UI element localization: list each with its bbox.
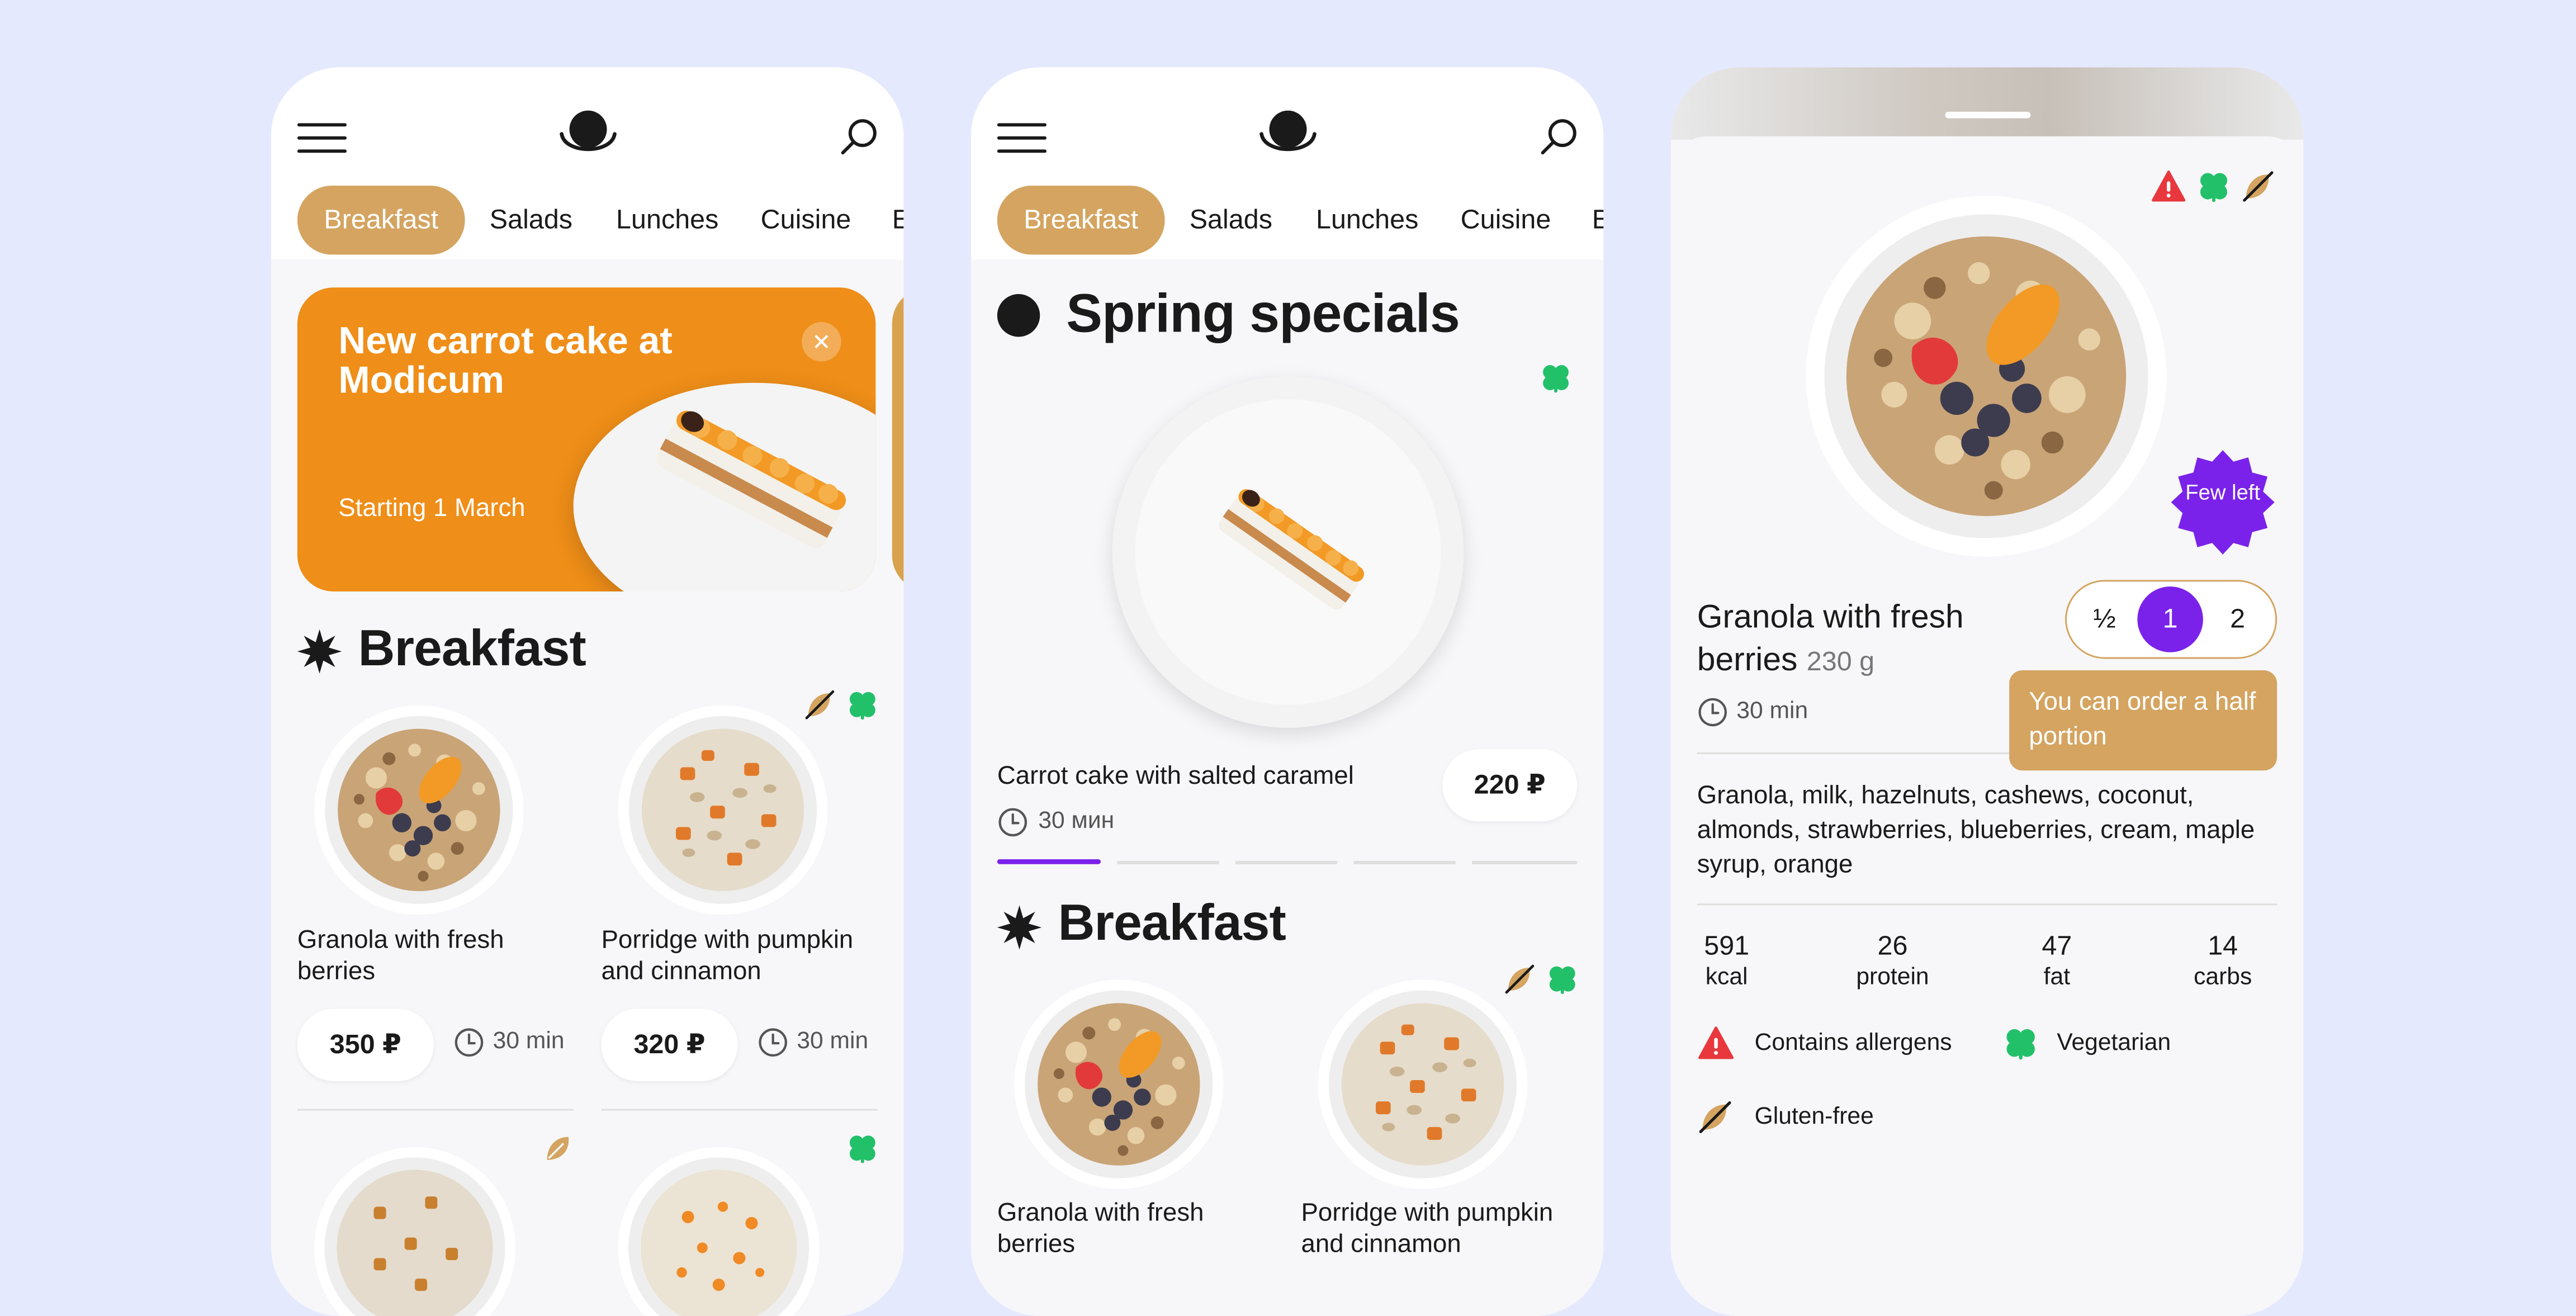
tag-gluten-free: Gluten-free xyxy=(1754,1104,1874,1130)
price-button[interactable]: 220 ₽ xyxy=(1442,749,1578,822)
clock-icon xyxy=(1697,697,1729,728)
tab-lunches[interactable]: Lunches xyxy=(1316,186,1418,254)
drag-handle[interactable] xyxy=(1945,111,2031,119)
cooking-time: 30 мин xyxy=(1038,808,1115,835)
specials-title: Spring specials xyxy=(1066,282,1460,344)
tab-more[interactable]: E xyxy=(892,186,904,254)
granola-image[interactable] xyxy=(1012,978,1225,1191)
gluten-free-icon xyxy=(2241,169,2276,204)
carousel-indicator[interactable] xyxy=(1472,860,1578,864)
divider xyxy=(601,1109,878,1111)
sheet-backdrop xyxy=(1670,67,2304,140)
tab-cuisine[interactable]: Cuisine xyxy=(761,186,851,254)
tag-allergens: Contains allergens xyxy=(1754,1030,1952,1057)
granola-image[interactable] xyxy=(312,703,525,917)
tab-salads[interactable]: Salads xyxy=(1190,186,1272,254)
vegetarian-icon xyxy=(1546,963,1579,996)
portion-one[interactable]: 1 xyxy=(2137,586,2203,652)
porridge-image[interactable] xyxy=(616,703,830,917)
screen-specials: Breakfast Salads Lunches Cuisine E Sprin… xyxy=(970,67,1604,1316)
nutrition-label: carbs xyxy=(2194,964,2252,991)
nutrition-value: 47 xyxy=(2042,931,2072,962)
next-promo-peek[interactable] xyxy=(892,287,904,591)
card-name[interactable]: Porridge with pumpkin and cinnamon xyxy=(1301,1197,1589,1260)
nutrition-label: protein xyxy=(1856,964,1929,991)
starburst-icon xyxy=(297,629,342,674)
vegetarian-icon xyxy=(2002,1025,2039,1062)
price-button[interactable]: 350 ₽ xyxy=(297,1009,434,1081)
menu-icon[interactable] xyxy=(997,121,1046,154)
tab-more[interactable]: E xyxy=(1592,186,1604,254)
search-icon[interactable] xyxy=(1540,117,1579,157)
ingredients-text: Granola, milk, hazelnuts, cashews, cocon… xyxy=(1697,782,2255,879)
tab-breakfast[interactable]: Breakfast xyxy=(297,186,465,255)
promo-banner[interactable]: New carrot cake at Modicum Starting 1 Ma… xyxy=(297,287,876,591)
carousel-indicator[interactable] xyxy=(1353,860,1456,864)
vegetarian-icon xyxy=(846,1132,879,1165)
leaf-icon xyxy=(542,1132,575,1165)
logo-icon xyxy=(557,107,619,164)
clock-icon xyxy=(757,1027,789,1058)
tab-breakfast[interactable]: Breakfast xyxy=(997,186,1165,255)
portion-selector[interactable]: ½ 1 2 xyxy=(2065,580,2277,659)
section-title-breakfast: Breakfast xyxy=(358,619,586,677)
nutrition-value: 14 xyxy=(2208,931,2238,962)
cooking-time: 30 min xyxy=(493,1028,565,1055)
gluten-free-icon xyxy=(1697,1099,1734,1135)
granola-image xyxy=(1802,192,2170,560)
card-name[interactable]: Granola with fresh berries xyxy=(297,925,585,988)
clock-icon xyxy=(453,1027,485,1058)
dish-weight: 230 g xyxy=(1806,647,1875,677)
nutrition-value: 26 xyxy=(1877,931,1908,962)
screen-menu: Breakfast Salads Lunches Cuisine E New c… xyxy=(271,67,904,1316)
allergen-icon xyxy=(1697,1025,1735,1062)
promo-title: New carrot cake at Modicum xyxy=(338,319,673,401)
price-button[interactable]: 320 ₽ xyxy=(601,1009,738,1081)
divider xyxy=(1697,903,2277,906)
carousel-indicator[interactable] xyxy=(1235,860,1338,864)
porridge-image[interactable] xyxy=(1316,978,1530,1191)
close-icon[interactable]: ✕ xyxy=(802,322,841,362)
menu-icon[interactable] xyxy=(297,121,347,154)
nutrition-label: kcal xyxy=(1705,964,1748,991)
logo-icon xyxy=(1257,107,1319,164)
section-title-breakfast: Breakfast xyxy=(1058,893,1286,952)
carrot-dish-image[interactable] xyxy=(616,1145,821,1316)
starburst-icon xyxy=(997,905,1041,949)
tab-cuisine[interactable]: Cuisine xyxy=(1461,186,1551,254)
nutrition-label: fat xyxy=(2043,964,2071,991)
portion-half[interactable]: ½ xyxy=(2072,586,2138,652)
cooking-time: 30 min xyxy=(797,1028,869,1055)
divider xyxy=(297,1109,574,1111)
carousel-indicator[interactable] xyxy=(1117,860,1219,864)
vegetarian-icon xyxy=(846,688,879,721)
promo-subtitle: Starting 1 March xyxy=(338,494,525,523)
divider xyxy=(1697,752,2010,754)
half-portion-tooltip: You can order a half portion xyxy=(2009,670,2277,771)
search-icon[interactable] xyxy=(840,117,879,157)
nutrition-value: 591 xyxy=(1704,931,1750,962)
dot-icon xyxy=(997,294,1040,337)
rice-porridge-image[interactable] xyxy=(312,1145,517,1316)
card-name[interactable]: Granola with fresh berries xyxy=(997,1197,1285,1260)
special-name[interactable]: Carrot cake with salted caramel xyxy=(997,763,1354,792)
portion-two[interactable]: 2 xyxy=(2205,586,2271,652)
clock-icon xyxy=(997,807,1029,838)
dish-name: Granola with fresh berries 230 g xyxy=(1697,597,2026,684)
tag-vegetarian: Vegetarian xyxy=(2057,1030,2171,1057)
card-name[interactable]: Porridge with pumpkin and cinnamon xyxy=(602,925,889,988)
vegetarian-icon xyxy=(1540,362,1573,395)
carousel-indicator-active[interactable] xyxy=(997,859,1101,864)
tab-lunches[interactable]: Lunches xyxy=(616,186,718,254)
vegetarian-icon xyxy=(2196,169,2231,204)
screen-dish-detail: Few left Granola with fresh berries 230 … xyxy=(1670,67,2304,1316)
cooking-time: 30 min xyxy=(1736,698,1808,725)
tab-salads[interactable]: Salads xyxy=(490,186,572,254)
few-left-label: Few left xyxy=(2185,480,2261,505)
